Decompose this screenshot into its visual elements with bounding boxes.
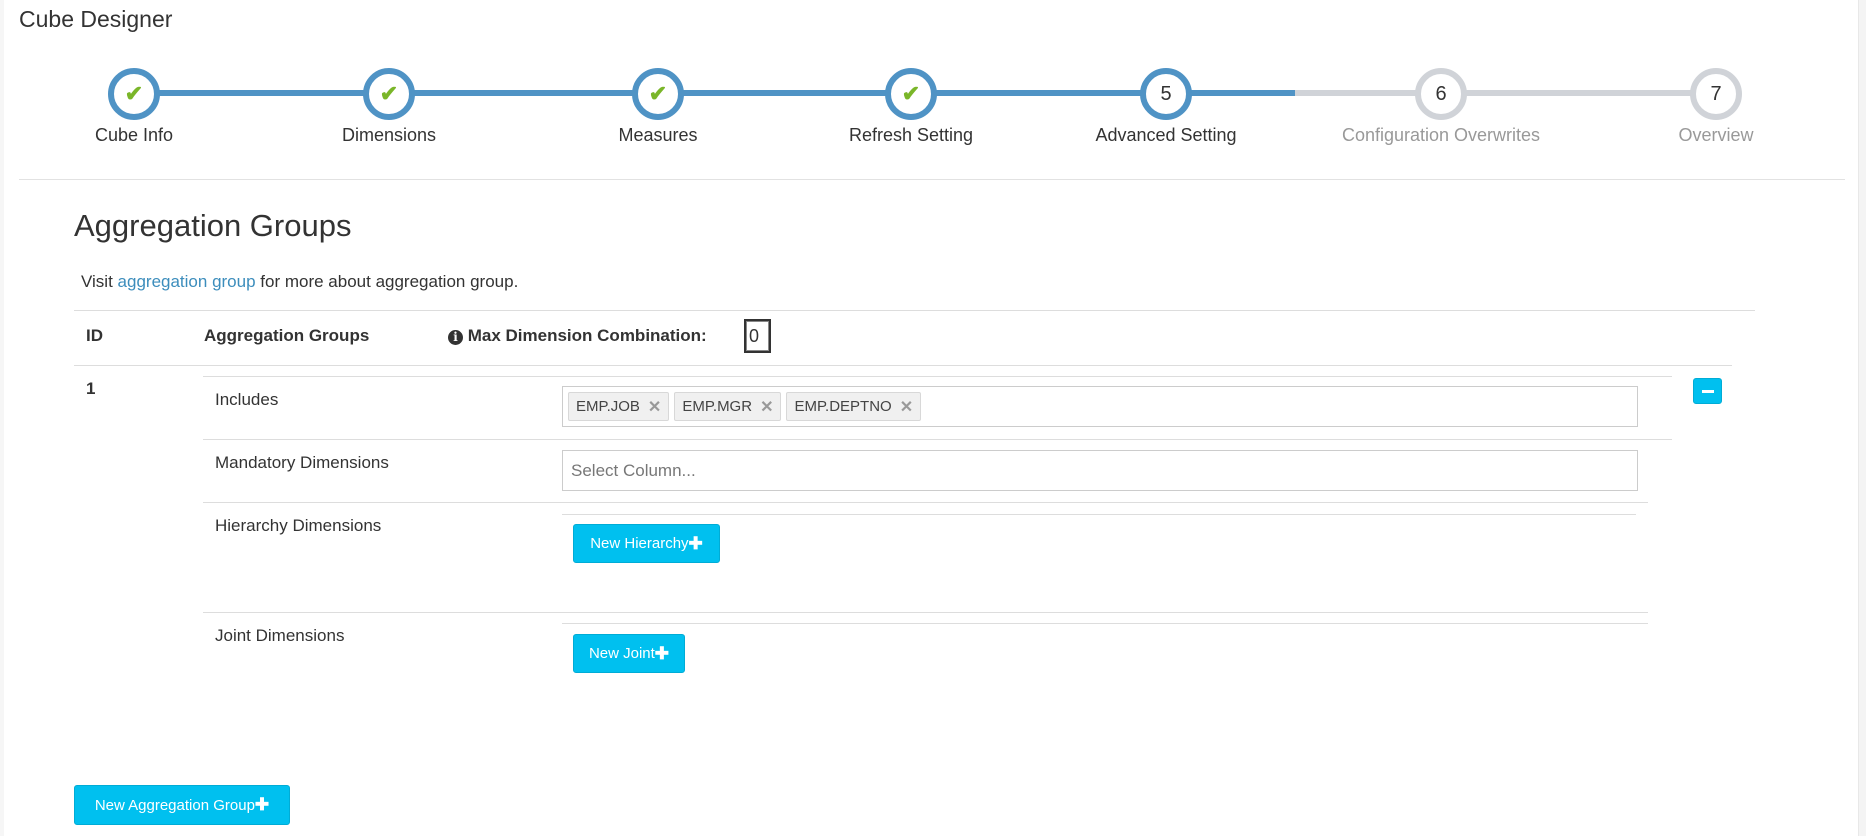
mandatory-select[interactable]: Select Column... [562,450,1638,491]
check-icon: ✔ [124,81,144,106]
step-circle: ✔ [885,68,937,120]
plus-icon: ✚ [688,533,703,553]
new-aggregation-group-button[interactable]: New Aggregation Group ✚ [74,785,290,825]
group-id: 1 [86,379,96,398]
plus-icon: ✚ [254,795,270,814]
step-label: Overview [1678,125,1754,145]
step-circle: 7 [1690,68,1742,120]
row-border [203,612,1648,613]
step-circle: ✔ [108,68,160,120]
button-label: New Joint [588,645,655,662]
max-dimension-label: i Max Dimension Combination: [448,326,707,346]
step-dimensions[interactable]: ✔ Dimensions [239,68,539,146]
step-configuration-overwrites[interactable]: 6 Configuration Overwrites [1291,68,1591,146]
new-hierarchy-button[interactable]: New Hierarchy ✚ [573,524,720,563]
step-circle: 6 [1415,68,1467,120]
column-header-groups: Aggregation Groups [204,326,370,345]
check-icon: ✔ [379,81,399,106]
help-suffix: for more about aggregation group. [255,272,519,291]
aggregation-group-link[interactable]: aggregation group [118,272,256,291]
help-text: Visit aggregation group for more about a… [81,272,518,292]
remove-tag-icon[interactable]: ✕ [760,397,773,417]
hierarchy-border [562,514,1636,515]
max-dimension-text: Max Dimension Combination: [467,326,707,345]
includes-select[interactable]: EMP.JOB ✕ EMP.MGR ✕ EMP.DEPTNO ✕ [562,386,1638,427]
table-top-border [74,310,1755,311]
divider [19,179,1845,180]
info-icon[interactable]: i [448,330,463,345]
new-joint-button[interactable]: New Joint ✚ [573,634,685,673]
help-prefix: Visit [81,272,118,291]
button-label: New Hierarchy [590,535,689,552]
step-label: Configuration Overwrites [1341,125,1541,145]
step-overview[interactable]: 7 Overview [1566,68,1866,146]
row-border [203,376,1672,377]
step-number: 7 [1710,82,1722,105]
step-circle: 5 [1140,68,1192,120]
check-icon: ✔ [901,81,921,106]
header-border [74,365,1732,366]
include-tag: EMP.MGR ✕ [674,392,782,421]
minus-icon [1702,390,1714,393]
tag-label: EMP.DEPTNO [794,398,892,415]
step-label: Advanced Setting [1095,125,1237,145]
include-tag: EMP.JOB ✕ [568,392,670,421]
include-tag: EMP.DEPTNO ✕ [786,392,922,421]
button-label: New Aggregation Group [94,796,255,814]
mandatory-placeholder: Select Column... [571,461,696,480]
tag-label: EMP.JOB [576,398,640,415]
plus-icon: ✚ [654,643,670,663]
section-title: Aggregation Groups [74,208,352,243]
step-label: Dimensions [341,125,437,145]
joint-border [562,623,1648,624]
includes-label: Includes [215,390,279,409]
column-header-id: ID [86,326,103,345]
page-title: Cube Designer [19,6,173,32]
mandatory-label: Mandatory Dimensions [215,453,389,472]
step-number: 5 [1160,82,1172,105]
hierarchy-label: Hierarchy Dimensions [215,516,382,535]
tag-label: EMP.MGR [682,398,753,415]
max-dimension-input[interactable]: 0 [744,319,771,353]
remove-tag-icon[interactable]: ✕ [900,397,913,417]
joint-label: Joint Dimensions [215,626,345,645]
row-border [203,502,1648,503]
step-advanced-setting[interactable]: 5 Advanced Setting [1016,68,1316,146]
row-border [203,439,1672,440]
remove-group-button[interactable] [1693,378,1722,404]
remove-tag-icon[interactable]: ✕ [648,397,661,417]
check-icon: ✔ [648,81,668,106]
step-circle: ✔ [363,68,415,120]
step-number: 6 [1435,82,1447,105]
step-circle: ✔ [632,68,684,120]
